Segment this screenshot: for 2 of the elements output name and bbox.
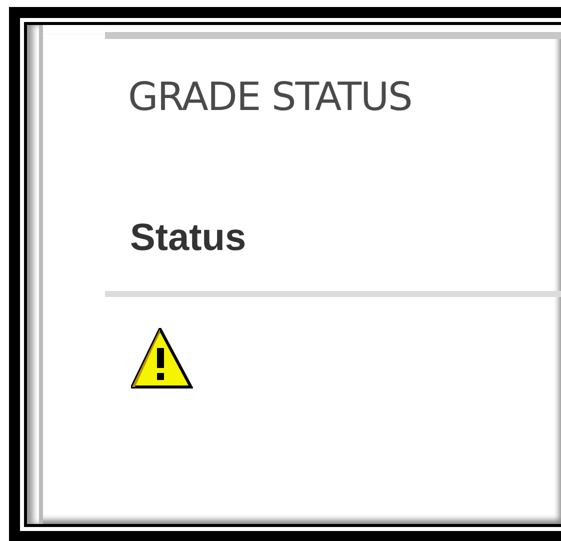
section-title: GRADE STATUS	[128, 77, 413, 120]
column-header: Status	[130, 216, 248, 261]
